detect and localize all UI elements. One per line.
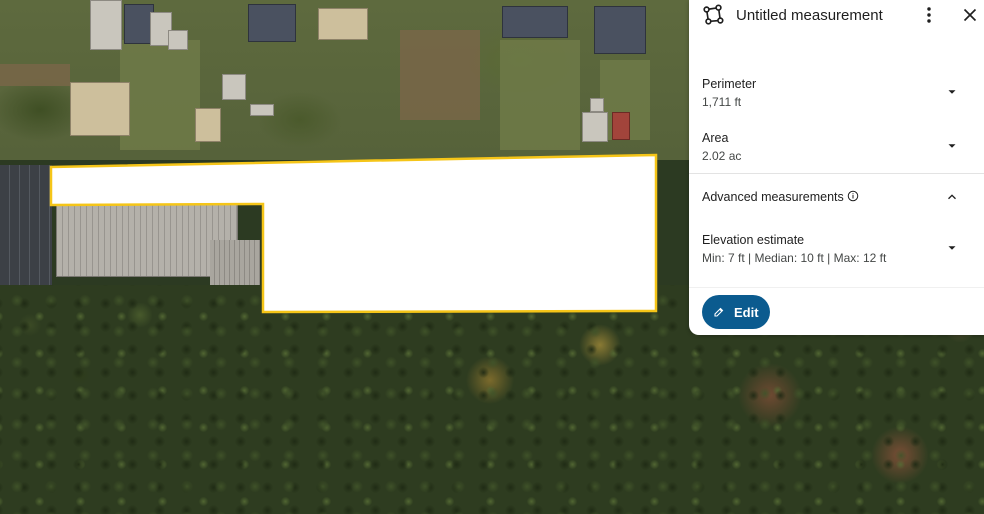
polygon-measure-icon (703, 4, 724, 25)
close-icon[interactable] (959, 4, 981, 26)
elevation-row[interactable]: Elevation estimate Min: 7 ft | Median: 1… (689, 228, 984, 278)
pencil-icon (714, 307, 724, 317)
dropdown-arrow-icon[interactable] (945, 85, 959, 99)
dropdown-arrow-icon[interactable] (945, 139, 959, 153)
perimeter-label: Perimeter (702, 77, 757, 91)
dropdown-arrow-icon[interactable] (945, 241, 959, 255)
perimeter-row[interactable]: Perimeter 1,711 ft (689, 72, 984, 120)
measured-polygon[interactable] (49, 153, 658, 314)
more-vert-icon[interactable] (918, 4, 940, 26)
area-value: 2.02 ac (702, 149, 742, 163)
divider (689, 287, 984, 288)
divider (689, 173, 984, 174)
edit-button[interactable]: Edit (702, 295, 770, 329)
elevation-label: Elevation estimate (702, 233, 805, 247)
info-icon[interactable] (847, 190, 859, 202)
chevron-up-icon[interactable] (945, 190, 959, 204)
area-row[interactable]: Area 2.02 ac (689, 126, 984, 172)
advanced-measurements-label[interactable]: Advanced measurements (702, 190, 844, 204)
perimeter-value: 1,711 ft (702, 95, 742, 109)
measurement-panel: Untitled measurement Perimeter 1,711 ft … (689, 0, 984, 335)
edit-button-label: Edit (734, 305, 759, 320)
area-label: Area (702, 131, 729, 145)
measurement-title[interactable]: Untitled measurement (736, 7, 883, 24)
elevation-value: Min: 7 ft | Median: 10 ft | Max: 12 ft (702, 251, 887, 265)
panel-header: Untitled measurement (689, 0, 984, 32)
